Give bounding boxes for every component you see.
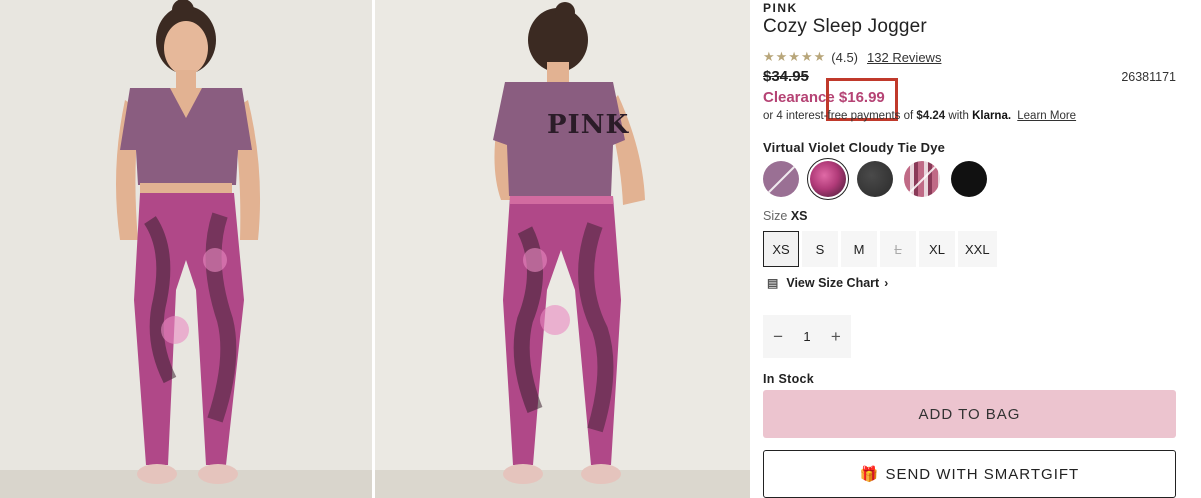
minus-icon[interactable]: −: [773, 327, 783, 347]
send-with-smartgift-label: SEND WITH SMARTGIFT: [885, 465, 1080, 483]
ruler-icon: ▤: [767, 276, 779, 290]
swatch-violet-tie-dye[interactable]: [807, 158, 849, 200]
product-photo-front[interactable]: [0, 0, 372, 498]
size-option-xs[interactable]: XS: [763, 231, 799, 267]
size-option-s[interactable]: S: [802, 231, 838, 267]
shirt-back-print: PINK: [547, 110, 630, 140]
klarna-with: with: [948, 110, 969, 122]
gift-icon: 🎁: [859, 466, 880, 483]
original-price: $34.95: [763, 68, 809, 85]
model-front-illustration: [0, 0, 372, 498]
view-size-chart-link[interactable]: ▤ View Size Chart ›: [767, 276, 888, 290]
klarna-learn-more-link[interactable]: Learn More: [1017, 110, 1076, 122]
product-title: Cozy Sleep Jogger: [763, 16, 927, 37]
swatch-plaid[interactable]: [904, 161, 940, 197]
plus-icon[interactable]: +: [831, 327, 841, 347]
size-label: Size XS: [763, 209, 808, 223]
size-options: XS S M L XL XXL: [763, 231, 1000, 267]
model-back-illustration: [375, 0, 750, 498]
swatch-charcoal-heather[interactable]: [857, 161, 893, 197]
size-option-l[interactable]: L: [880, 231, 916, 267]
brand-label[interactable]: PINK: [763, 1, 798, 15]
clearance-label: Clearance: [763, 89, 835, 106]
size-option-xxl[interactable]: XXL: [958, 231, 997, 267]
stock-status: In Stock: [763, 372, 815, 386]
quantity-stepper: − 1 +: [763, 315, 851, 358]
send-with-smartgift-button[interactable]: 🎁 SEND WITH SMARTGIFT: [763, 450, 1176, 498]
product-photo-back[interactable]: PINK: [375, 0, 750, 498]
klarna-logo: Klarna.: [972, 110, 1012, 122]
size-label-text: Size: [763, 209, 788, 223]
color-swatches: [763, 158, 998, 200]
quantity-value: 1: [803, 329, 811, 344]
swatch-violet-solid[interactable]: [763, 161, 799, 197]
klarna-prefix: or 4 interest-free payments of: [763, 110, 914, 122]
selected-color-name: Virtual Violet Cloudy Tie Dye: [763, 140, 946, 155]
rating-value: (4.5): [831, 49, 859, 65]
rating-row: ★★★★★ (4.5) 132 Reviews: [763, 49, 941, 65]
klarna-amount: $4.24: [916, 110, 946, 122]
klarna-payment-info: or 4 interest-free payments of $4.24 wit…: [763, 110, 1076, 122]
rating-stars-icon: ★★★★★: [763, 49, 827, 64]
selected-size-text: XS: [790, 209, 808, 223]
reviews-link[interactable]: 132 Reviews: [867, 50, 941, 65]
size-option-xl[interactable]: XL: [919, 231, 955, 267]
product-sku: 26381171: [1121, 70, 1176, 84]
size-option-m[interactable]: M: [841, 231, 877, 267]
chevron-right-icon: ›: [884, 276, 889, 290]
add-to-bag-button[interactable]: ADD TO BAG: [763, 390, 1176, 438]
view-size-chart-label: View Size Chart: [786, 276, 880, 290]
swatch-black[interactable]: [951, 161, 987, 197]
